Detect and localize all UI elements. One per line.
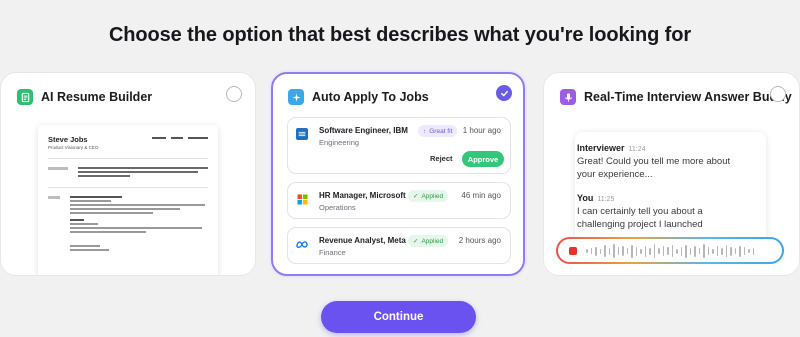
option-radio-selected[interactable] [496,85,512,101]
chat-text: Great! Could you tell me more about your… [577,156,731,180]
chat-text: I can certainly tell you about a challen… [577,206,703,230]
voice-recorder [556,237,784,264]
resume-preview: Steve Jobs Product Visionary & CEO [38,125,218,275]
card-title: Auto Apply To Jobs [312,90,429,104]
divider [48,158,208,159]
resume-section [48,167,208,179]
resume-section [48,196,208,253]
option-radio[interactable] [226,86,242,102]
card-title: AI Resume Builder [41,90,153,104]
check-icon [500,90,508,96]
job-time: 46 min ago [461,191,501,200]
resume-contact [152,137,208,139]
reject-button[interactable]: Reject [430,154,453,163]
job-department: Finance [319,248,346,257]
card-header: AI Resume Builder [17,89,152,105]
job-department: Operations [319,203,356,212]
option-radio[interactable] [770,86,786,102]
check-icon: ✓ [413,238,419,245]
resume-role: Product Visionary & CEO [48,145,99,150]
job-item: HR Manager, Microsoft Operations ✓ Appli… [287,182,511,219]
chat-time: 11:25 [597,196,615,203]
job-time: 1 hour ago [462,126,501,135]
job-title: Software Engineer, IBM [319,126,408,135]
card-header: Real-Time Interview Answer Buddy [560,89,792,105]
divider [48,187,208,188]
job-department: Engineering [319,138,360,147]
status-badge: ↑ Great fit [418,125,458,137]
continue-button[interactable]: Continue [321,301,476,333]
microphone-icon [560,89,576,105]
sparkle-icon [288,89,304,105]
job-item: Software Engineer, IBM Engineering ↑ Gre… [287,117,511,174]
card-title: Real-Time Interview Answer Buddy [584,90,792,104]
status-badge: ✓ Applied [408,190,449,202]
card-header: Auto Apply To Jobs [288,89,429,105]
option-card-resume-builder[interactable]: AI Resume Builder Steve Jobs Product Vis… [0,72,256,276]
chat-message: You 11:25 I can certainly tell you about … [577,193,737,231]
chat-message: Interviewer 11:24 Great! Could you tell m… [577,143,737,181]
ibm-logo-icon [296,128,308,140]
status-badge: ✓ Applied [408,235,449,247]
page-title: Choose the option that best describes wh… [108,24,692,46]
arrow-up-icon: ↑ [423,127,427,135]
job-item: Revenue Analyst, Meta Finance ✓ Applied … [287,227,511,264]
option-card-auto-apply[interactable]: Auto Apply To Jobs Software Engineer, IB… [271,72,525,276]
chat-speaker: You [577,193,594,203]
microsoft-logo-icon [296,193,308,205]
document-icon [17,89,33,105]
job-title: Revenue Analyst, Meta [319,236,406,245]
check-icon: ✓ [413,193,419,200]
option-card-interview-buddy[interactable]: Real-Time Interview Answer Buddy Intervi… [543,72,800,276]
waveform [586,243,774,259]
meta-logo-icon [296,238,308,250]
record-icon [569,247,577,255]
job-title: HR Manager, Microsoft [319,191,406,200]
chat-time: 11:24 [628,146,646,153]
chat-speaker: Interviewer [577,143,625,153]
job-time: 2 hours ago [458,236,501,245]
approve-button[interactable]: Approve [462,151,504,167]
